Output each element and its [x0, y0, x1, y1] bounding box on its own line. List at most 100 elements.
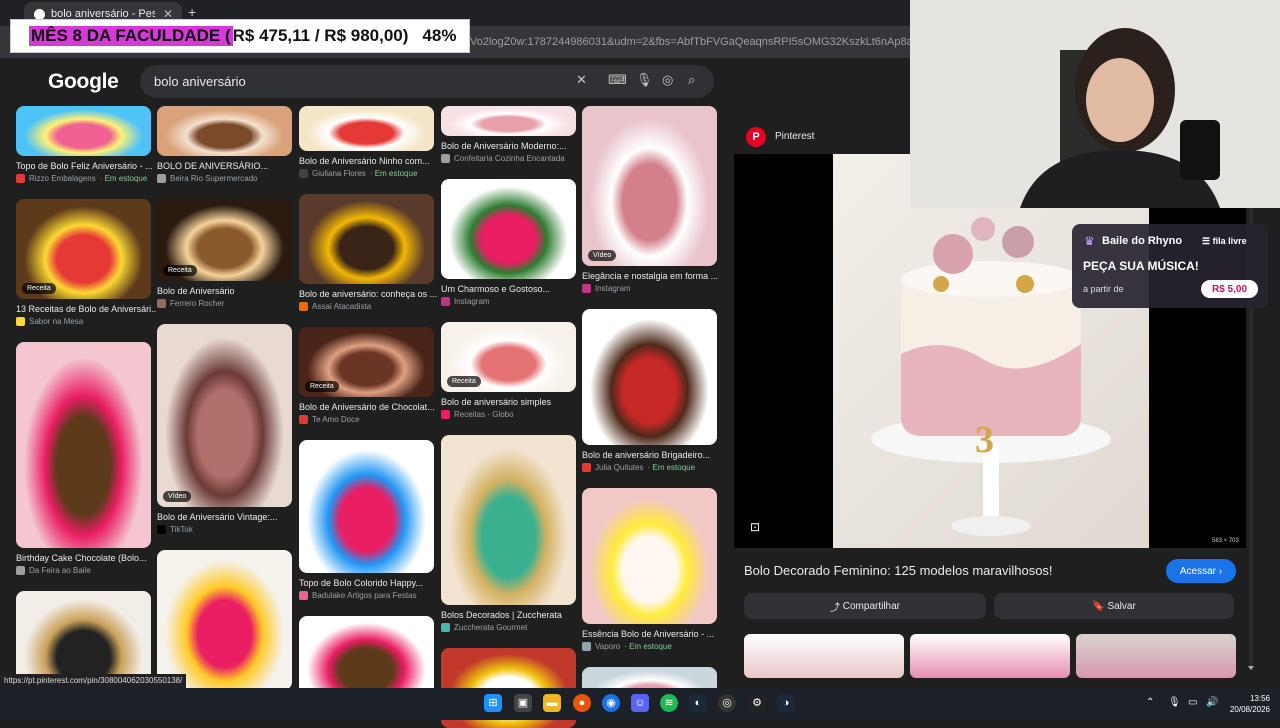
banner-label: MÊS 8 DA FACULDADE ( — [29, 26, 233, 46]
result-source[interactable]: Giuliana Flores · Em estoque — [299, 169, 439, 178]
result-caption[interactable]: Birthday Cake Chocolate (Bolo... — [16, 553, 156, 563]
result-thumbnail[interactable] — [157, 106, 292, 156]
source-favicon-icon — [16, 174, 25, 183]
result-thumbnail[interactable] — [299, 440, 434, 573]
result-thumbnail[interactable] — [582, 488, 717, 624]
app-icon[interactable]: ⚙ — [748, 694, 766, 712]
preview-image[interactable]: 3 — [833, 154, 1149, 548]
source-favicon-icon — [299, 169, 308, 178]
keyboard-icon[interactable]: ⌨ — [608, 72, 627, 88]
result-caption[interactable]: 13 Receitas de Bolo de Aniversári... — [16, 304, 156, 314]
result-thumbnail[interactable] — [16, 106, 151, 156]
result-source[interactable]: Badulake Artigos para Festas — [299, 591, 439, 600]
result-thumbnail[interactable] — [582, 106, 717, 266]
result-source[interactable]: Rizzo Embalagens · Em estoque — [16, 174, 156, 183]
webcam-feed — [910, 0, 1280, 208]
result-source[interactable]: Receitas - Globo — [441, 410, 581, 419]
result-source[interactable]: Confeitaria Cozinha Encantada — [441, 154, 581, 163]
visit-button[interactable]: Acessar › — [1166, 559, 1236, 583]
result-source[interactable]: Assaí Atacadista — [299, 302, 439, 311]
source-favicon-icon — [441, 410, 450, 419]
network-icon[interactable]: ▭ — [1188, 697, 1197, 708]
result-caption[interactable]: Bolo de aniversário simples — [441, 397, 581, 407]
result-source[interactable]: Vaporo · Em estoque — [582, 642, 722, 651]
result-source[interactable]: Te Amo Doce — [299, 415, 439, 424]
clear-search-icon[interactable]: ✕ — [576, 72, 587, 88]
stock-status: · Em estoque — [624, 642, 672, 651]
source-name: Zuccherata Gourmet — [454, 623, 528, 632]
result-caption[interactable]: Bolos Decorados | Zuccherata — [441, 610, 581, 620]
source-name: Badulake Artigos para Festas — [312, 591, 417, 600]
result-caption[interactable]: Topo de Bolo Feliz Aniversário - ... — [16, 161, 156, 171]
result-thumbnail[interactable] — [441, 435, 576, 605]
save-button[interactable]: 🔖 Salvar — [994, 593, 1234, 619]
obs-icon[interactable]: ◎ — [718, 694, 736, 712]
steam-icon[interactable]: ◑ — [777, 694, 795, 712]
microphone-icon[interactable]: 🎙 — [1168, 697, 1181, 708]
steam-icon[interactable]: ◐ — [689, 694, 707, 712]
crown-icon: ♛ — [1084, 234, 1095, 248]
result-thumbnail[interactable] — [299, 194, 434, 284]
result-source[interactable]: Da Feira ao Baile — [16, 566, 156, 575]
related-thumbnail[interactable] — [910, 634, 1070, 678]
result-source[interactable]: Zuccherata Gourmet — [441, 623, 581, 632]
discord-icon[interactable]: ☺ — [631, 694, 649, 712]
lens-icon[interactable]: ◎ — [662, 72, 673, 88]
search-query[interactable]: bolo aniversário — [154, 74, 246, 89]
chrome-icon[interactable]: ◉ — [602, 694, 620, 712]
result-source[interactable]: TikTok — [157, 525, 297, 534]
related-thumbnail[interactable] — [744, 634, 904, 678]
source-name: Rizzo Embalagens — [29, 174, 96, 183]
stock-status: · Em estoque — [369, 169, 418, 178]
result-source[interactable]: Sabor na Mesa — [16, 317, 156, 326]
result-caption[interactable]: Bolo de aniversário: conheça os ... — [299, 289, 439, 299]
result-thumbnail[interactable] — [157, 550, 292, 690]
result-thumbnail[interactable] — [299, 106, 434, 151]
result-caption[interactable]: Bolo de Aniversário — [157, 286, 297, 296]
result-caption[interactable]: Bolo de Aniversário de Chocolat... — [299, 402, 439, 412]
result-thumbnail[interactable] — [582, 309, 717, 445]
visual-search-icon[interactable]: ⊡ — [750, 520, 760, 534]
related-thumbnail[interactable] — [1076, 634, 1236, 678]
result-source[interactable]: Julia Quitutes · Em estoque — [582, 463, 722, 472]
firefox-icon[interactable]: ● — [573, 694, 591, 712]
result-caption[interactable]: Essência Bolo de Aniversário - ... — [582, 629, 722, 639]
result-thumbnail[interactable] — [16, 342, 151, 548]
start-icon[interactable]: ⊞ — [484, 694, 502, 712]
volume-icon[interactable]: 🔊 — [1206, 697, 1218, 708]
result-caption[interactable]: Bolo de Aniversário Ninho com... — [299, 156, 439, 166]
search-icon[interactable]: ⌕ — [688, 72, 695, 88]
result-caption[interactable]: Elegância e nostalgia em forma ... — [582, 271, 722, 281]
preview-source[interactable]: Pinterest — [775, 131, 814, 142]
file-explorer-icon[interactable]: ▬ — [543, 694, 561, 712]
result-thumbnail[interactable] — [441, 106, 576, 136]
spotify-icon[interactable]: ≋ — [660, 694, 678, 712]
result-caption[interactable]: Bolo de Aniversário Moderno:... — [441, 141, 581, 151]
result-caption[interactable]: Topo de Bolo Colorido Happy... — [299, 578, 439, 588]
source-name: Te Amo Doce — [312, 415, 360, 424]
preview-title[interactable]: Bolo Decorado Feminino: 125 modelos mara… — [744, 563, 1053, 578]
webcam-illustration — [910, 0, 1280, 208]
clock[interactable]: 13:56 20/08/2026 — [1224, 693, 1270, 715]
result-badge: Receita — [447, 376, 481, 387]
result-source[interactable]: Instagram — [441, 297, 581, 306]
google-logo[interactable]: Google — [48, 70, 119, 94]
result-thumbnail[interactable] — [157, 324, 292, 507]
new-tab-icon[interactable]: + — [188, 4, 196, 20]
microphone-icon[interactable]: 🎙 — [636, 72, 653, 88]
source-favicon-icon — [582, 284, 591, 293]
chevron-up-icon[interactable]: ⌃ — [1146, 697, 1154, 708]
task-view-icon[interactable]: ▣ — [514, 694, 532, 712]
result-caption[interactable]: Um Charmoso e Gostoso... — [441, 284, 581, 294]
result-source[interactable]: Instagram — [582, 284, 722, 293]
url-text[interactable]: Vo2logZ0w:1787244986031&udm=2&fbs=AbfTbF… — [470, 36, 910, 48]
widget-price: R$ 5,00 — [1201, 280, 1258, 298]
result-caption[interactable]: BOLO DE ANIVERSÁRIO... — [157, 161, 297, 171]
result-source[interactable]: Beira Rio Supermercado — [157, 174, 297, 183]
result-thumbnail[interactable] — [441, 179, 576, 279]
cake-illustration: 3 — [871, 217, 1111, 536]
result-caption[interactable]: Bolo de aniversário Brigadeiro... — [582, 450, 722, 460]
share-button[interactable]: ⤴ Compartilhar — [744, 593, 986, 619]
result-caption[interactable]: Bolo de Aniversário Vintage:... — [157, 512, 297, 522]
result-source[interactable]: Ferrero Rocher — [157, 299, 297, 308]
